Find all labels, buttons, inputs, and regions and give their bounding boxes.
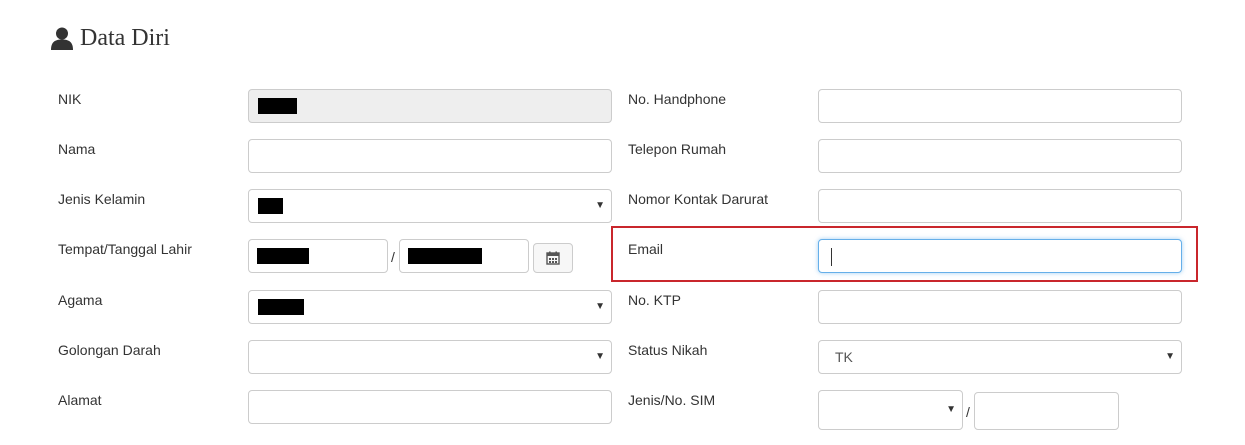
text-cursor	[831, 248, 832, 266]
tanggal-lahir-input[interactable]	[399, 239, 529, 273]
nomor-kontak-darurat-input[interactable]	[818, 189, 1182, 223]
redacted-value	[258, 98, 297, 114]
status-nikah-value: TK	[835, 349, 853, 365]
nomor-kontak-darurat-label: Nomor Kontak Darurat	[628, 191, 769, 207]
alamat-input[interactable]	[248, 390, 612, 424]
chevron-down-icon: ▼	[595, 301, 605, 312]
redacted-value	[408, 248, 482, 264]
alamat-label: Alamat	[58, 392, 102, 408]
no-handphone-label: No. Handphone	[628, 91, 727, 107]
no-handphone-input[interactable]	[818, 89, 1182, 123]
user-icon	[51, 27, 73, 50]
no-sim-input[interactable]	[974, 392, 1119, 430]
tempat-lahir-input[interactable]	[248, 239, 388, 273]
no-ktp-label: No. KTP	[628, 292, 681, 308]
chevron-down-icon: ▼	[946, 404, 956, 415]
calendar-button[interactable]	[533, 243, 573, 273]
jenis-no-sim-label: Jenis/No. SIM	[628, 392, 716, 408]
agama-select[interactable]: ▼	[248, 290, 612, 324]
golongan-darah-select[interactable]: ▼	[248, 340, 612, 374]
agama-label: Agama	[58, 292, 103, 308]
status-nikah-select[interactable]: TK ▼	[818, 340, 1182, 374]
nik-input	[248, 89, 612, 123]
email-label: Email	[628, 241, 664, 257]
redacted-value	[258, 198, 283, 214]
status-nikah-label: Status Nikah	[628, 342, 708, 358]
chevron-down-icon: ▼	[595, 351, 605, 362]
jenis-kelamin-label: Jenis Kelamin	[58, 191, 146, 207]
date-separator: /	[391, 249, 395, 265]
email-input[interactable]	[818, 239, 1182, 273]
section-header: Data Diri	[50, 24, 170, 52]
chevron-down-icon: ▼	[595, 200, 605, 211]
section-title: Data Diri	[80, 25, 170, 51]
redacted-value	[257, 248, 309, 264]
telepon-rumah-input[interactable]	[818, 139, 1182, 173]
nama-label: Nama	[58, 141, 96, 157]
nik-label: NIK	[58, 91, 82, 107]
chevron-down-icon: ▼	[1165, 351, 1175, 362]
telepon-rumah-label: Telepon Rumah	[628, 141, 727, 157]
calendar-icon	[546, 251, 560, 265]
sim-separator: /	[966, 404, 970, 420]
jenis-sim-select[interactable]: ▼	[818, 390, 963, 430]
golongan-darah-label: Golongan Darah	[58, 342, 161, 358]
jenis-kelamin-select[interactable]: ▼	[248, 189, 612, 223]
no-ktp-input[interactable]	[818, 290, 1182, 324]
tempat-tanggal-lahir-label: Tempat/Tanggal Lahir	[58, 241, 192, 257]
redacted-value	[258, 299, 304, 315]
nama-input[interactable]	[248, 139, 612, 173]
